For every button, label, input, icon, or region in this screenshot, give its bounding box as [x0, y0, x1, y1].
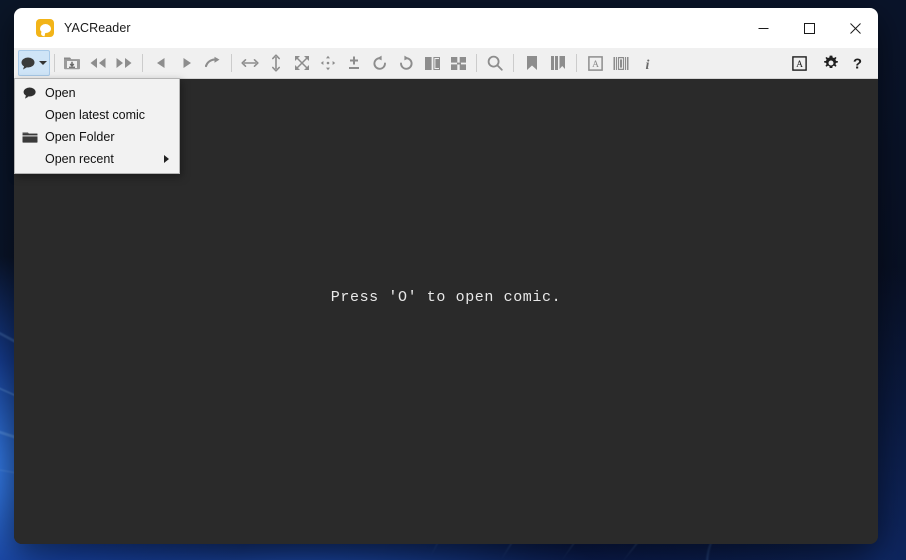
help-button[interactable]: ? — [844, 50, 870, 76]
empty-state-hint: Press 'O' to open comic. — [330, 289, 562, 306]
svg-text:?: ? — [852, 56, 861, 72]
folder-icon — [15, 131, 45, 144]
go-to-page-button[interactable] — [200, 50, 226, 76]
menu-item-label: Open recent — [45, 152, 114, 166]
menu-item-open[interactable]: Open — [15, 82, 179, 104]
play-left-icon — [157, 58, 165, 68]
next-page-button[interactable] — [174, 50, 200, 76]
fullscreen-button[interactable] — [289, 50, 315, 76]
double-page-button[interactable] — [419, 50, 445, 76]
previous-comic-button[interactable] — [85, 50, 111, 76]
toolbar-separator — [142, 54, 143, 72]
chevron-down-icon — [39, 61, 47, 65]
toolbar-separator — [513, 54, 514, 72]
set-bookmark-button[interactable] — [519, 50, 545, 76]
folder-download-icon — [64, 57, 80, 70]
main-toolbar: A i A ? — [14, 48, 878, 79]
fast-rewind-icon — [90, 58, 106, 68]
adjust-zoom-button[interactable] — [341, 50, 367, 76]
shrink-arrows-icon — [320, 55, 336, 71]
expand-arrows-icon — [295, 56, 309, 70]
minimize-button[interactable] — [740, 8, 786, 48]
svg-text:A: A — [796, 60, 803, 70]
gear-icon — [824, 55, 838, 69]
speech-bubble-icon — [36, 19, 54, 37]
menu-item-label: Open — [45, 86, 76, 100]
menu-item-open-recent[interactable]: Open recent — [15, 148, 179, 170]
play-right-icon — [183, 58, 191, 68]
fit-height-icon — [272, 54, 280, 72]
toolbar-separator — [231, 54, 232, 72]
rotate-left-button[interactable] — [367, 50, 393, 76]
letter-a-box-icon: A — [791, 55, 807, 71]
toolbar-separator — [576, 54, 577, 72]
question-mark-icon: ? — [852, 56, 861, 72]
fit-width-button[interactable] — [237, 50, 263, 76]
menu-item-open-folder[interactable]: Open Folder — [15, 126, 179, 148]
translator-button[interactable]: A — [582, 50, 608, 76]
maximize-button[interactable] — [786, 8, 832, 48]
arrow-right-curve-icon — [204, 56, 219, 68]
double-page-icon — [424, 56, 440, 70]
fast-forward-icon — [116, 58, 132, 68]
show-bookmarks-button[interactable] — [545, 50, 571, 76]
open-folder-button[interactable] — [59, 50, 85, 76]
open-dropdown-menu: Open Open latest comic Open Folder Open … — [14, 78, 180, 174]
info-italic-icon: i — [645, 58, 649, 71]
options-button[interactable] — [818, 50, 844, 76]
fit-height-button[interactable] — [263, 50, 289, 76]
speech-bubble-icon — [15, 87, 45, 99]
bookmarks-list-icon — [551, 56, 565, 70]
window-controls — [740, 8, 878, 48]
menu-item-label: Open latest comic — [45, 108, 146, 122]
speech-bubble-icon — [21, 57, 35, 69]
double-page-flip-icon — [450, 56, 466, 70]
plus-minus-icon — [349, 56, 359, 69]
toolbar-separator — [476, 54, 477, 72]
comic-info-button[interactable]: i — [634, 50, 660, 76]
letter-a-box-icon: A — [587, 55, 603, 71]
submenu-arrow-icon — [164, 155, 169, 163]
title-bar: YACReader — [14, 8, 878, 48]
font-settings-button[interactable]: A — [786, 50, 812, 76]
svg-text:A: A — [592, 60, 599, 70]
toolbar-separator — [54, 54, 55, 72]
search-icon — [487, 55, 503, 71]
double-page-manga-button[interactable] — [445, 50, 471, 76]
fit-to-page-button[interactable] — [315, 50, 341, 76]
menu-item-label: Open Folder — [45, 130, 115, 144]
open-comic-dropdown-button[interactable] — [18, 50, 50, 76]
fit-width-icon — [241, 59, 259, 67]
next-comic-button[interactable] — [111, 50, 137, 76]
svg-text:i: i — [645, 58, 649, 71]
close-button[interactable] — [832, 8, 878, 48]
previous-page-button[interactable] — [148, 50, 174, 76]
rotate-left-icon — [373, 55, 386, 70]
rotate-right-button[interactable] — [393, 50, 419, 76]
magnifying-glass-button[interactable] — [482, 50, 508, 76]
bookmark-icon — [527, 56, 537, 70]
window-title: YACReader — [64, 21, 131, 35]
page-render-button[interactable] — [608, 50, 634, 76]
rotate-right-icon — [400, 55, 413, 70]
menu-item-open-latest-comic[interactable]: Open latest comic — [15, 104, 179, 126]
page-columns-icon — [613, 56, 629, 70]
